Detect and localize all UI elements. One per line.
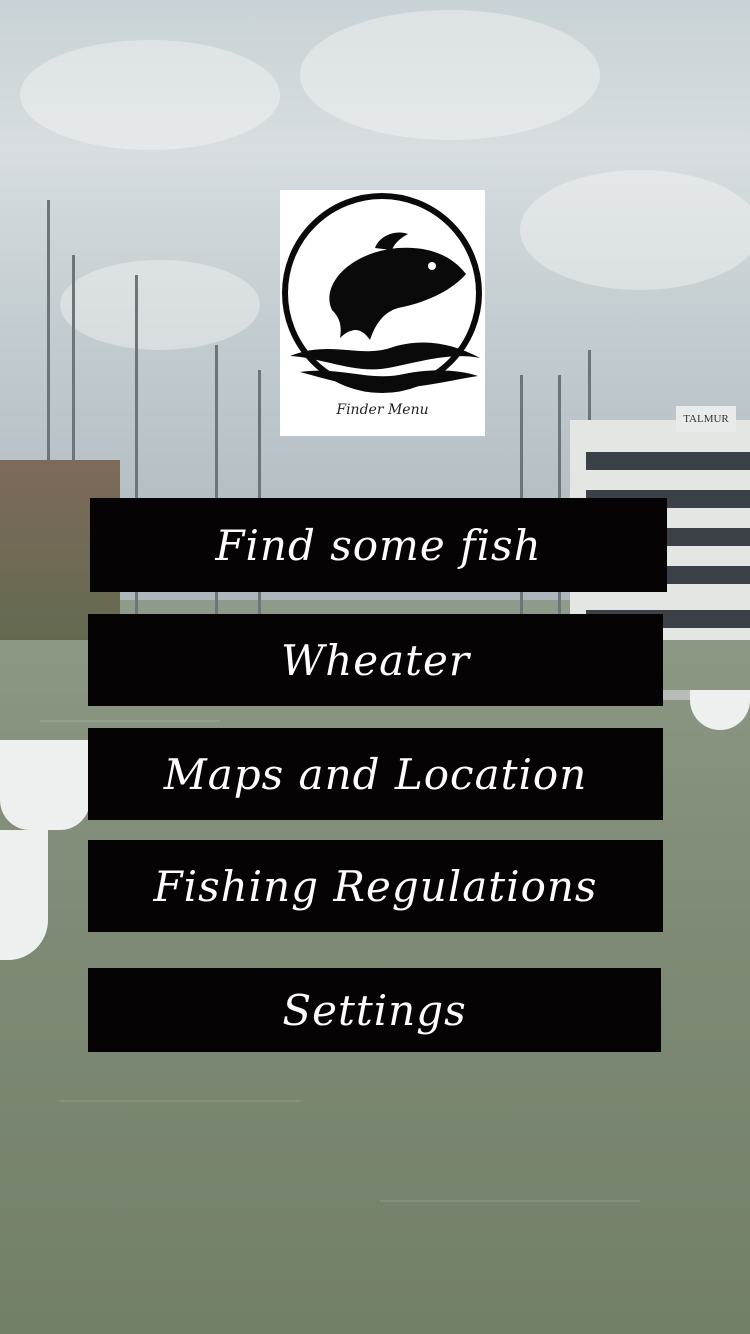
logo-caption: Finder Menu bbox=[336, 402, 429, 418]
building-sign: TALMUR bbox=[676, 406, 736, 432]
fishing-regulations-button[interactable]: Fishing Regulations bbox=[88, 840, 663, 932]
app-logo: Finder Menu bbox=[280, 190, 485, 436]
fish-icon bbox=[282, 193, 482, 393]
find-fish-button[interactable]: Find some fish bbox=[90, 498, 667, 592]
settings-button[interactable]: Settings bbox=[88, 968, 661, 1052]
weather-button[interactable]: Wheater bbox=[88, 614, 663, 706]
maps-location-button[interactable]: Maps and Location bbox=[88, 728, 663, 820]
